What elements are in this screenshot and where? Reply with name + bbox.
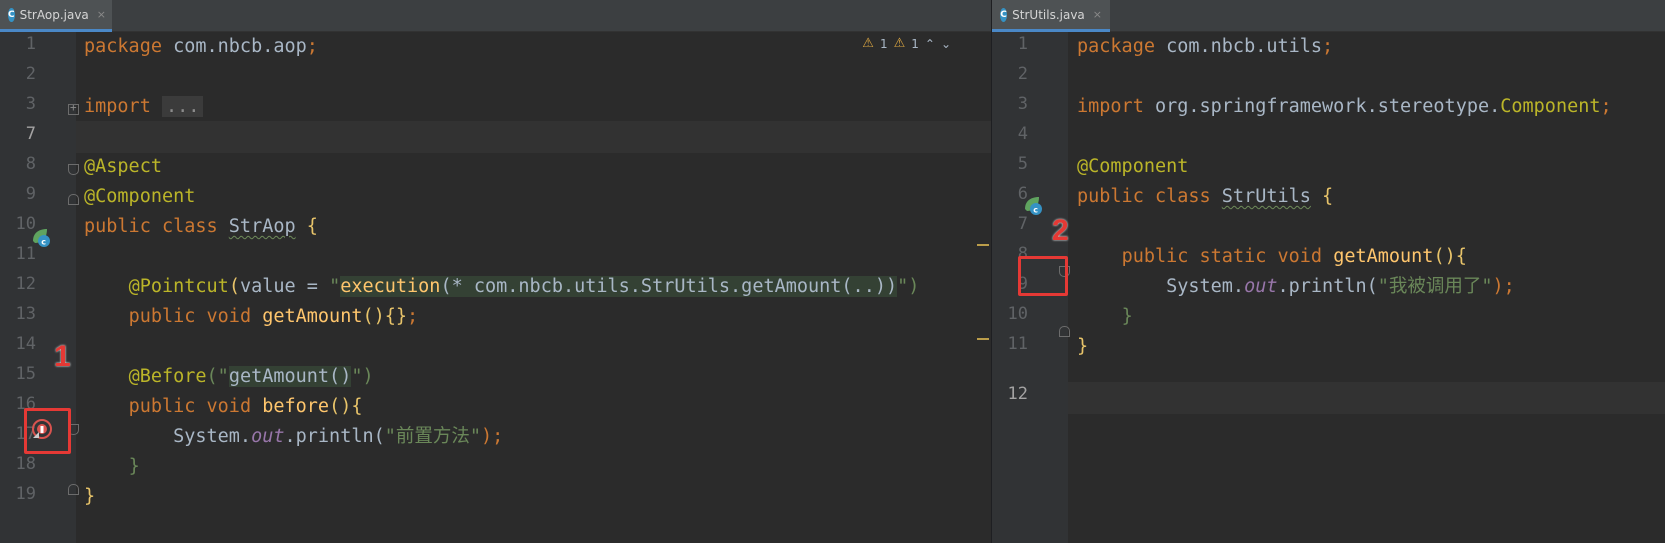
tab-straop-java[interactable]: C StrAop.java × xyxy=(0,0,112,32)
line-number: 7 xyxy=(25,124,36,144)
step-label: 2 xyxy=(1052,214,1069,247)
tab-label: StrAop.java xyxy=(19,7,89,22)
code-line[interactable]: System.out.println("我被调用了"); xyxy=(1077,271,1515,303)
weak-warning-count: 1 xyxy=(911,36,919,51)
line-number: 2 xyxy=(1017,64,1028,84)
warning-count: 1 xyxy=(879,36,888,51)
code-line[interactable]: @Component xyxy=(84,181,195,213)
code-line[interactable]: public static void getAmount(){ xyxy=(1077,241,1467,273)
code-line[interactable]: public class StrAop { xyxy=(84,211,318,243)
fold-end-icon[interactable] xyxy=(68,194,79,205)
line-number: 1 xyxy=(25,34,36,54)
code-line[interactable]: @Aspect xyxy=(84,151,162,183)
line-number: 12 xyxy=(1007,384,1028,404)
inspection-widget[interactable]: ⚠ 1 ⚠ 1 ⌃ ⌄ xyxy=(862,36,951,51)
folded-imports[interactable]: ... xyxy=(161,96,204,117)
current-line-highlight xyxy=(1068,382,1665,414)
warning-icon: ⚠ xyxy=(862,36,874,51)
tab-strutils-java[interactable]: C StrUtils.java × xyxy=(992,0,1110,32)
line-number: 5 xyxy=(1017,154,1028,174)
spring-bean-icon[interactable]: c xyxy=(1022,194,1044,216)
java-class-icon: C xyxy=(8,7,15,22)
code-line[interactable]: System.out.println("前置方法"); xyxy=(84,421,503,453)
code-line[interactable]: } xyxy=(1077,331,1088,363)
editor-pane-strutils: C StrUtils.java × 1 2 3 4 5 6 7 8 9 10 1… xyxy=(991,0,1665,543)
close-icon[interactable]: × xyxy=(1093,8,1102,21)
code-line[interactable]: public class StrUtils { xyxy=(1077,181,1333,213)
weak-warning-icon: ⚠ xyxy=(893,36,906,51)
line-number: 13 xyxy=(15,304,36,324)
line-number: 14 xyxy=(15,334,36,354)
highlight-box xyxy=(1018,256,1068,296)
code-line[interactable]: } xyxy=(1077,301,1133,333)
code-line[interactable]: import ... xyxy=(84,91,204,123)
code-line[interactable]: package com.nbcb.utils; xyxy=(1077,31,1333,63)
fold-end-icon[interactable] xyxy=(1059,326,1070,337)
code-line[interactable]: public void before(){ xyxy=(84,391,363,423)
step-label: 1 xyxy=(54,340,71,373)
code-line[interactable]: } xyxy=(84,481,95,513)
code-line[interactable]: } xyxy=(84,451,140,483)
highlight-box xyxy=(24,408,71,454)
tab-bar: C StrAop.java × xyxy=(0,0,991,32)
editor-pane-straop: C StrAop.java × ⚠ 1 ⚠ 1 ⌃ ⌄ 1 2 3 7 8 9 … xyxy=(0,0,991,543)
code-line[interactable]: @Pointcut(value = "execution(* com.nbcb.… xyxy=(84,271,919,303)
tab-label: StrUtils.java xyxy=(1012,7,1085,22)
code-line[interactable]: @Before("getAmount()") xyxy=(84,361,374,393)
code-line[interactable]: public void getAmount(){}; xyxy=(84,301,419,333)
code-line[interactable]: import org.springframework.stereotype.Co… xyxy=(1077,91,1612,123)
code-line[interactable]: package com.nbcb.aop; xyxy=(84,31,318,63)
next-highlight-icon[interactable]: ⌄ xyxy=(941,37,951,51)
spring-bean-icon[interactable]: c xyxy=(30,226,52,248)
fold-collapse-icon[interactable] xyxy=(68,164,79,175)
close-icon[interactable]: × xyxy=(97,8,106,21)
line-number: 11 xyxy=(1007,334,1028,354)
tab-bar: C StrUtils.java × xyxy=(992,0,1665,32)
svg-text:c: c xyxy=(1033,206,1038,215)
java-class-icon: C xyxy=(1000,7,1008,22)
line-number: 3 xyxy=(25,94,36,114)
line-number: 4 xyxy=(1017,124,1028,144)
line-number: 7 xyxy=(1017,214,1028,234)
line-number: 1 xyxy=(1017,34,1028,54)
line-number: 3 xyxy=(1017,94,1028,114)
fold-end-icon[interactable] xyxy=(68,484,79,495)
line-number: 12 xyxy=(15,274,36,294)
current-line-highlight xyxy=(76,121,991,153)
line-number: 19 xyxy=(15,484,36,504)
line-number: 2 xyxy=(25,64,36,84)
svg-text:c: c xyxy=(41,238,46,247)
previous-highlight-icon[interactable]: ⌃ xyxy=(925,37,935,51)
line-number: 8 xyxy=(25,154,36,174)
scrollbar-mark[interactable] xyxy=(977,244,989,246)
line-number: 9 xyxy=(25,184,36,204)
scrollbar-mark[interactable] xyxy=(977,338,989,340)
line-number: 15 xyxy=(15,364,36,384)
line-number: 10 xyxy=(1007,304,1028,324)
code-line[interactable]: @Component xyxy=(1077,151,1188,183)
line-number: 18 xyxy=(15,454,36,474)
fold-expand-icon[interactable] xyxy=(68,101,79,115)
